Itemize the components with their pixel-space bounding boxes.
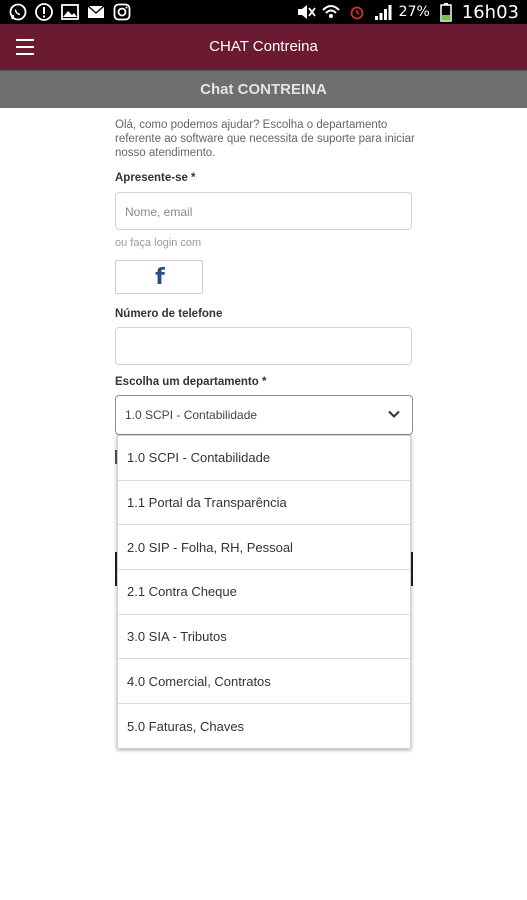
clock: 16h03 [461,1,519,23]
name-label: Apresente-se * [115,172,196,184]
intro-text: Olá, como podemos ajudar? Escolha o depa… [115,119,415,159]
chat-title: Chat CONTREINA [200,81,327,98]
name-email-placeholder: Nome, email [125,205,193,219]
whatsapp-icon [8,2,28,22]
department-select[interactable]: 1.0 SCPI - Contabilidade [115,395,413,435]
signal-icon [373,2,393,22]
app-title: CHAT Contreina [209,38,318,55]
chevron-down-icon [388,410,400,418]
dropdown-option[interactable]: 5.0 Faturas, Chaves [118,704,410,749]
dropdown-option[interactable]: 2.0 SIP - Folha, RH, Pessoal [118,525,410,571]
facebook-login-button[interactable]: f [115,260,203,294]
dropdown-option[interactable]: 3.0 SIA - Tributos [118,615,410,660]
facebook-icon: f [155,265,165,290]
chat-header: Chat CONTREINA [0,70,527,109]
phone-label: Número de telefone [115,308,223,320]
dropdown-option[interactable]: 2.1 Contra Cheque [118,570,410,615]
image-icon [60,2,80,22]
dropdown-option[interactable]: 1.0 SCPI - Contabilidade [118,436,410,481]
dropdown-option[interactable]: 4.0 Comercial, Contratos [118,659,410,705]
department-dropdown: 1.0 SCPI - Contabilidade 1.1 Portal da T… [117,435,411,749]
mute-icon [295,2,316,22]
phone-input[interactable] [115,327,412,365]
name-email-input[interactable]: Nome, email [115,192,412,230]
dropdown-option[interactable]: 1.1 Portal da Transparência [118,481,410,526]
alert-icon [34,2,54,22]
battery-icon [436,2,456,22]
instagram-icon [112,2,132,22]
wifi-icon [321,2,341,22]
alarm-icon [347,2,367,22]
department-selected-value: 1.0 SCPI - Contabilidade [125,408,258,422]
app-bar: CHAT Contreina [0,24,527,70]
status-bar: 27% 16h03 [0,0,527,24]
login-hint: ou faça login com [115,237,202,249]
battery-percent: 27% [398,4,430,20]
department-label: Escolha um departamento * [115,376,267,388]
mail-icon [86,2,106,22]
